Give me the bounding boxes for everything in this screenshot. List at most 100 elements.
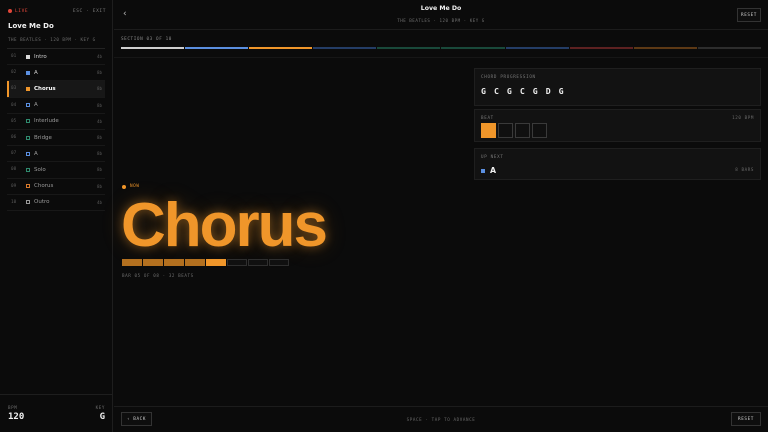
section-color-swatch [26, 103, 30, 108]
page-subtitle: THE BEATLES · 120 BPM · KEY G [397, 18, 485, 23]
section-name: Interlude [34, 118, 59, 125]
live-dot-icon [8, 9, 12, 13]
section-name: A [34, 69, 38, 76]
progress-segment [633, 47, 697, 49]
section-number: 01 [11, 54, 17, 60]
section-list-item[interactable]: 09 Chorus 8b [7, 179, 105, 195]
section-list-item[interactable]: 01 Intro 4b [7, 49, 105, 66]
bar-cell [269, 259, 289, 266]
chord-progression-panel: CHORD PROGRESSION GCGCGDG [474, 68, 761, 106]
section-list-item[interactable]: 05 Interlude 4b [7, 114, 105, 130]
bar-cell [206, 259, 226, 266]
chord: G [558, 86, 564, 96]
reset-button-bottom[interactable]: RESET [731, 412, 761, 426]
section-name: Outro [34, 199, 50, 206]
progress-segment [249, 47, 313, 49]
section-color-swatch [26, 135, 30, 140]
section-color-swatch [26, 151, 30, 156]
section-number: 06 [11, 135, 17, 141]
bar-cell [248, 259, 268, 266]
chord-progression-label: CHORD PROGRESSION [481, 74, 536, 79]
beat-cell [532, 123, 547, 138]
advance-hint: SPACE · TAP TO ADVANCE [406, 417, 476, 422]
section-color-swatch [26, 70, 30, 75]
bar-cell [185, 259, 205, 266]
section-list-item[interactable]: 02 A 8b [7, 65, 105, 82]
progress-segment [697, 47, 761, 49]
up-next-name: A [490, 166, 497, 175]
key-value: G [99, 412, 105, 422]
progress-segment [121, 47, 185, 49]
section-name: A [34, 150, 38, 157]
bar-cell [227, 259, 247, 266]
section-number: 05 [11, 118, 17, 124]
section-name: Intro [34, 53, 47, 60]
divider [114, 57, 768, 58]
section-name: A [34, 102, 38, 109]
divider [114, 29, 768, 30]
section-list-item[interactable]: 04 A 8b [7, 98, 105, 114]
section-number: 04 [11, 102, 17, 108]
chord: G [481, 86, 486, 96]
section-list-item[interactable]: 10 Outro 4b [7, 195, 105, 211]
section-bars: 8b [96, 70, 102, 76]
section-color-swatch [26, 86, 30, 91]
bar-cell [164, 259, 184, 266]
chord: D [545, 86, 551, 96]
up-next-section: A [481, 166, 496, 175]
progress-segment [441, 47, 505, 49]
section-name: Bridge [34, 134, 52, 141]
section-bars: 8b [96, 167, 102, 173]
section-color-swatch [26, 167, 30, 172]
beat-panel: BEAT 120 BPM [474, 109, 761, 142]
live-status-row: LIVE ESC · EXIT [8, 7, 106, 15]
beat-cell [481, 123, 496, 138]
section-bars: 8b [96, 183, 102, 189]
section-bars: 4b [96, 199, 102, 205]
section-list-item[interactable]: 07 A 8b [7, 146, 105, 163]
section-list-item[interactable]: 06 Bridge 8b [7, 130, 105, 147]
section-bars: 8b [96, 102, 102, 108]
reset-button[interactable]: RESET [737, 8, 761, 22]
sidebar-song-title: Love Me Do [8, 22, 54, 30]
section-bars: 8b [96, 86, 102, 92]
progress-segment [185, 47, 249, 49]
bpm-label: BPM [8, 405, 18, 410]
key-label: KEY [95, 405, 105, 410]
section-name: Solo [34, 166, 46, 173]
section-number: 09 [11, 183, 17, 189]
chord: C [493, 86, 499, 96]
up-next-label: UP NEXT [481, 154, 504, 159]
section-bars: 8b [96, 151, 102, 157]
bar-cell [143, 259, 163, 266]
divider [114, 406, 768, 407]
chord: G [506, 86, 512, 96]
section-color-swatch [26, 200, 30, 205]
up-next-panel: UP NEXT A 8 BARS [474, 148, 761, 180]
chord-list: GCGCGDG [481, 86, 564, 96]
exit-button[interactable]: ESC · EXIT [73, 9, 106, 14]
section-color-swatch [481, 168, 485, 173]
section-bars: 4b [96, 54, 102, 60]
section-list-item[interactable]: 03 Chorus 8b [7, 81, 105, 98]
song-progress-track [121, 47, 761, 49]
progress-segment [569, 47, 633, 49]
section-name: Chorus [34, 183, 54, 190]
sidebar-song-meta: THE BEATLES · 120 BPM · KEY G [8, 37, 96, 42]
bpm-value: 120 [8, 412, 25, 422]
section-number: 10 [11, 199, 17, 205]
bar-progress [122, 259, 289, 266]
section-list-item[interactable]: 08 Solo 8b [7, 162, 105, 179]
main-panel: ‹ Love Me Do THE BEATLES · 120 BPM · KEY… [114, 0, 768, 432]
beat-indicator [481, 123, 547, 138]
beat-bpm: 120 BPM [732, 115, 754, 120]
up-next-bars: 8 BARS [735, 167, 754, 172]
beat-cell [515, 123, 530, 138]
section-color-swatch [26, 54, 30, 59]
progress-segment [377, 47, 441, 49]
section-number: 02 [11, 70, 17, 76]
progress-segment [505, 47, 569, 49]
live-label: LIVE [15, 8, 29, 14]
section-bars: 8b [96, 135, 102, 141]
section-color-swatch [26, 184, 30, 189]
